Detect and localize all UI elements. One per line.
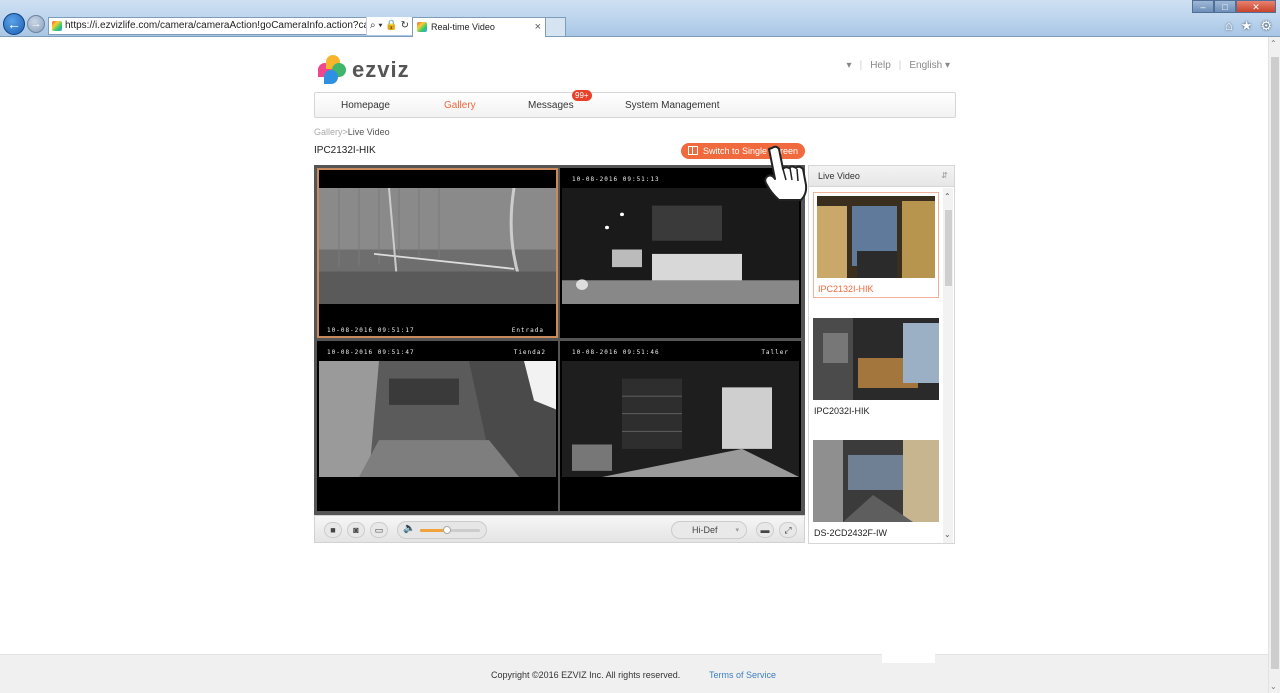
stop-button[interactable]: ■: [324, 522, 342, 538]
camera-feed-3: [319, 361, 556, 477]
camera-thumbnail: [817, 196, 935, 278]
language-select[interactable]: English ▾: [909, 60, 950, 71]
settings-gear-icon[interactable]: ⚙: [1260, 18, 1272, 34]
playback-controls: ■ ◙ ▭ 🔈 Hi-Def ▾ ▬ ⤢: [314, 515, 805, 543]
forward-button[interactable]: →: [27, 15, 45, 33]
home-icon[interactable]: ⌂: [1225, 18, 1233, 34]
tab-favicon-icon: [417, 22, 427, 32]
breadcrumb-current: Live Video: [347, 127, 390, 137]
camera-thumbnail: [813, 318, 939, 400]
address-actions[interactable]: ⌕ ▾ 🔒 ↻: [366, 17, 412, 35]
sidebar-camera-item[interactable]: DS-2CD2432F-IW: [813, 440, 939, 538]
minimize-button[interactable]: –: [1192, 0, 1214, 13]
browser-tools: ⌂ ★ ⚙: [1225, 18, 1272, 34]
camera-view-4[interactable]: 10-08-2016 09:51:46 Taller: [560, 341, 801, 511]
sidebar-scroll-thumb[interactable]: [945, 210, 952, 286]
page-scrollbar[interactable]: ⌃ ⌄: [1268, 37, 1280, 693]
volume-slider[interactable]: [420, 526, 480, 534]
account-dropdown-icon[interactable]: ▾: [847, 60, 852, 71]
sidebar-header: Live Video ⇵: [809, 166, 954, 187]
chevron-down-icon: ▾: [944, 60, 950, 71]
tab-close-icon[interactable]: ×: [535, 18, 541, 36]
camera-timestamp: 10-08-2016 09:51:46: [572, 349, 660, 356]
nav-gallery[interactable]: Gallery: [444, 100, 476, 111]
sidebar-camera-item[interactable]: IPC2032I-HIK: [813, 318, 939, 416]
tab-title: Real-time Video: [431, 22, 495, 32]
browser-chrome: ← → https://i.ezvizlife.com/camera/camer…: [0, 0, 1280, 37]
close-window-button[interactable]: ✕: [1236, 0, 1276, 13]
camera-overlay-label: Entrada: [511, 327, 544, 334]
address-bar[interactable]: https://i.ezvizlife.com/camera/cameraAct…: [48, 17, 408, 35]
nav-homepage[interactable]: Homepage: [341, 100, 390, 111]
folder-icon[interactable]: ▬: [756, 522, 774, 538]
camera-timestamp: 10-08-2016 09:51:47: [327, 349, 415, 356]
camera-feed-2: [562, 188, 799, 304]
volume-knob[interactable]: [443, 526, 451, 534]
window-controls: – □ ✕: [1192, 0, 1276, 13]
separator: |: [859, 60, 863, 71]
ezviz-logo[interactable]: ezviz: [318, 54, 410, 86]
chevron-down-icon: ▾: [735, 527, 739, 534]
speaker-icon[interactable]: 🔈: [403, 523, 415, 534]
snapshot-camera-icon[interactable]: ◙: [347, 522, 365, 538]
messages-count-badge: 99+: [572, 90, 592, 101]
sidebar-camera-label: IPC2132I-HIK: [818, 284, 874, 294]
single-screen-icon: [688, 146, 698, 155]
breadcrumb-gallery-link[interactable]: Gallery: [314, 127, 343, 137]
main-navigation: Homepage Gallery Messages System Managem…: [314, 92, 956, 118]
sidebar-camera-item[interactable]: IPC2132I-HIK: [813, 192, 939, 298]
sidebar-title: Live Video: [818, 171, 860, 181]
top-links: ▾ | Help | English ▾: [847, 60, 950, 71]
sidebar-camera-label: DS-2CD2432F-IW: [814, 528, 888, 538]
camera-view-1[interactable]: 10-08-2016 09:51:17 Entrada: [317, 168, 558, 338]
maximize-button[interactable]: □: [1214, 0, 1236, 13]
brand-wordmark: ezviz: [352, 57, 410, 82]
record-video-icon[interactable]: ▭: [370, 522, 388, 538]
camera-feed-4: [562, 361, 799, 477]
scroll-up-icon[interactable]: ⌃: [1270, 39, 1277, 48]
camera-overlay-label: Tienda2: [513, 349, 546, 356]
live-video-sidebar: Live Video ⇵ IPC2132I-HIK IPC2032I-HIK D…: [808, 165, 955, 544]
back-button[interactable]: ←: [3, 13, 25, 35]
url-text: https://i.ezvizlife.com/camera/cameraAct…: [65, 20, 408, 31]
collapse-icon[interactable]: ⇵: [941, 166, 948, 186]
quality-label: Hi-Def: [692, 525, 718, 535]
device-title: IPC2132I-HIK: [314, 145, 376, 156]
video-quality-select[interactable]: Hi-Def ▾: [671, 521, 747, 539]
camera-timestamp: 10-08-2016 09:51:17: [327, 327, 415, 334]
fullscreen-icon[interactable]: ⤢: [779, 522, 797, 538]
terms-of-service-link[interactable]: Terms of Service: [709, 670, 776, 680]
hand-pointer-icon: [764, 145, 808, 201]
separator: |: [898, 60, 902, 71]
camera-feed-1: [319, 188, 556, 304]
nav-messages[interactable]: Messages: [528, 100, 574, 111]
video-grid: 10-08-2016 09:51:17 Entrada 10-08-2016 0…: [314, 165, 805, 515]
site-favicon-icon: [52, 21, 62, 31]
camera-timestamp: 10-08-2016 09:51:13: [572, 176, 660, 183]
sidebar-camera-label: IPC2032I-HIK: [814, 406, 870, 416]
scroll-down-icon[interactable]: ⌄: [944, 530, 951, 539]
camera-thumbnail: [813, 440, 939, 522]
footer: Copyright ©2016 EZVIZ Inc. All rights re…: [0, 654, 1268, 693]
camera-view-3[interactable]: 10-08-2016 09:51:47 Tienda2: [317, 341, 558, 511]
scroll-down-icon[interactable]: ⌄: [1270, 682, 1277, 691]
page-scroll-thumb[interactable]: [1271, 57, 1279, 669]
copyright-text: Copyright ©2016 EZVIZ Inc. All rights re…: [491, 670, 681, 680]
browser-tab[interactable]: Real-time Video ×: [412, 17, 546, 37]
scroll-up-icon[interactable]: ⌃: [944, 192, 951, 201]
breadcrumb: Gallery>Live Video: [314, 127, 390, 137]
footer-notch: [882, 654, 935, 663]
volume-control[interactable]: 🔈: [397, 521, 487, 539]
new-tab-button[interactable]: [546, 17, 566, 37]
help-link[interactable]: Help: [870, 60, 891, 71]
nav-system-management[interactable]: System Management: [625, 100, 720, 111]
favorites-star-icon[interactable]: ★: [1241, 18, 1253, 34]
ezviz-logo-icon: [318, 55, 348, 85]
camera-overlay-label: Taller: [761, 349, 789, 356]
sidebar-scrollbar[interactable]: ⌃ ⌄: [943, 188, 953, 543]
